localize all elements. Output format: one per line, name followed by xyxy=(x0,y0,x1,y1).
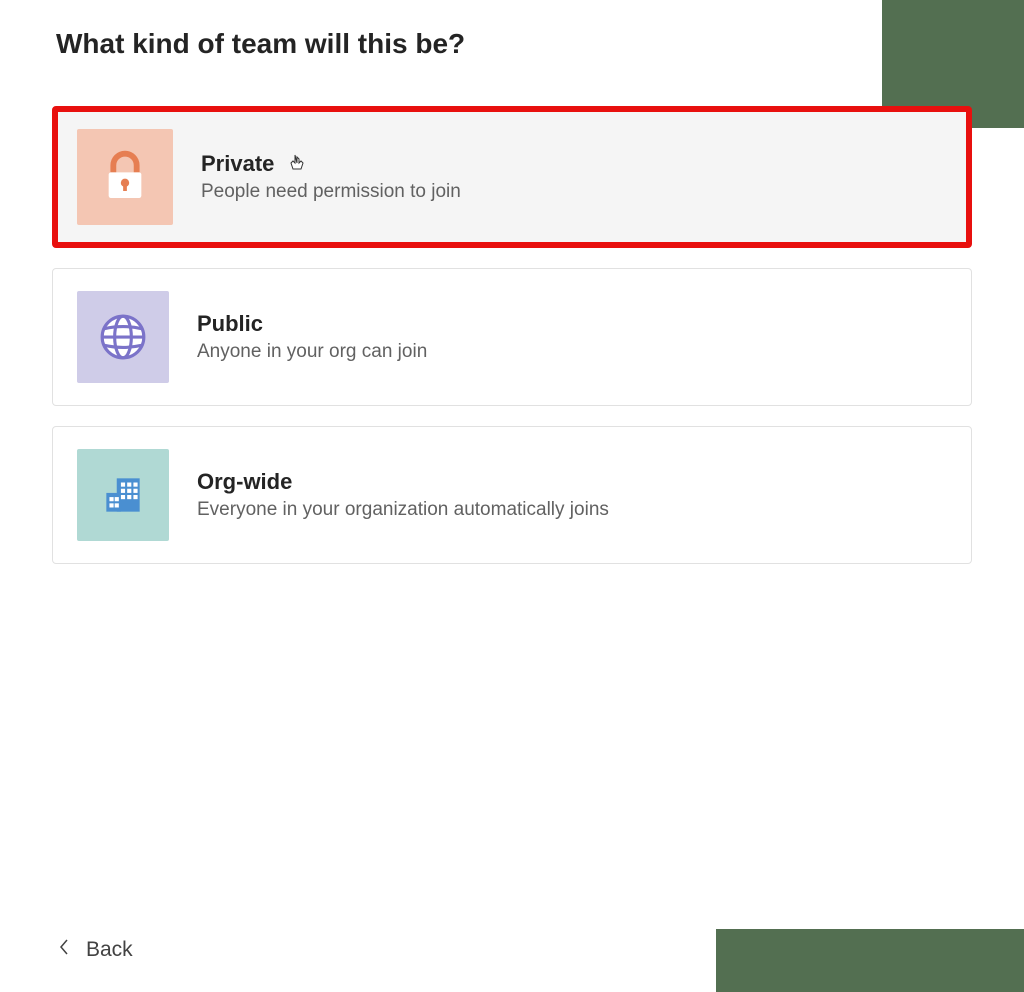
option-text-public: Public Anyone in your org can join xyxy=(197,311,427,363)
globe-icon xyxy=(77,291,169,383)
lock-icon xyxy=(77,129,173,225)
cursor-pointer-icon xyxy=(289,153,305,178)
option-text-orgwide: Org-wide Everyone in your organization a… xyxy=(197,469,609,521)
option-private[interactable]: Private People need permission to join xyxy=(52,106,972,248)
option-title-public: Public xyxy=(197,311,427,337)
back-button[interactable]: Back xyxy=(58,938,133,962)
option-description-private: People need permission to join xyxy=(201,181,461,203)
building-icon xyxy=(77,449,169,541)
option-description-public: Anyone in your org can join xyxy=(197,341,427,363)
option-title-orgwide: Org-wide xyxy=(197,469,609,495)
page-title: What kind of team will this be? xyxy=(0,0,1024,60)
option-public[interactable]: Public Anyone in your org can join xyxy=(52,268,972,406)
back-button-label: Back xyxy=(86,938,133,962)
option-title-private: Private xyxy=(201,151,461,177)
option-orgwide[interactable]: Org-wide Everyone in your organization a… xyxy=(52,426,972,564)
chevron-left-icon xyxy=(58,938,70,962)
option-text-private: Private People need permission to join xyxy=(201,151,461,203)
options-container: Private People need permission to join xyxy=(0,60,1024,564)
option-description-orgwide: Everyone in your organization automatica… xyxy=(197,499,609,521)
decorative-block-bottom xyxy=(716,929,1024,992)
